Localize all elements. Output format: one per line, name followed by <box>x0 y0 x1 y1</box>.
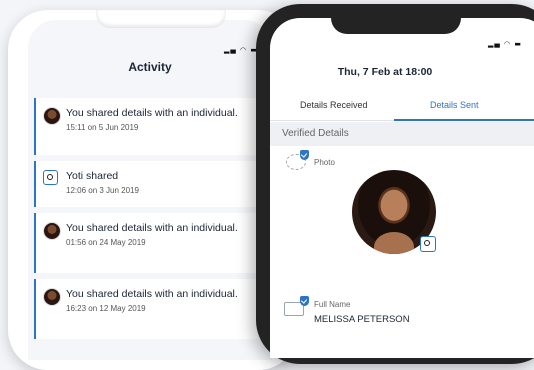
phone-notch <box>96 10 226 28</box>
person-avatar <box>43 107 61 125</box>
page-title: Activity <box>128 60 172 74</box>
activity-time: 01:56 on 24 May 2019 <box>66 238 146 247</box>
tab-bar: Details Received Details Sent <box>270 96 534 121</box>
page-title: Thu, 7 Feb at 18:00 <box>337 66 433 78</box>
full-name-value: MELISSA PETERSON <box>314 314 410 325</box>
tab-details-received[interactable]: Details Received <box>300 100 368 110</box>
verified-shield-icon <box>300 296 309 306</box>
activity-phone: ▂▄ ◠ ▬ Activity You shared details with … <box>8 10 298 370</box>
list-item[interactable]: You shared details with an individual. 1… <box>34 279 272 339</box>
active-tab-indicator <box>394 119 534 121</box>
status-bar: ▂▄ ◠ ▬ <box>488 40 522 48</box>
person-avatar <box>43 222 61 240</box>
activity-time: 15:11 on 5 Jun 2019 <box>66 123 139 132</box>
phone-notch <box>331 4 461 34</box>
section-label: Verified Details <box>282 128 349 139</box>
yoti-badge-icon <box>420 236 436 252</box>
activity-time: 12:06 on 3 Jun 2019 <box>66 186 139 195</box>
details-phone: ▂▄ ◠ ▬ Thu, 7 Feb at 18:00 Details Recei… <box>256 4 534 364</box>
section-header: Verified Details <box>270 122 534 146</box>
activity-title: You shared details with an individual. <box>66 288 238 300</box>
status-bar: ▂▄ ◠ ▬ <box>224 46 258 54</box>
activity-title: You shared details with an individual. <box>66 222 238 234</box>
activity-screen: ▂▄ ◠ ▬ Activity You shared details with … <box>28 20 272 360</box>
list-item[interactable]: You shared details with an individual. 0… <box>34 213 272 273</box>
activity-title: You shared details with an individual. <box>66 107 238 119</box>
details-screen: ▂▄ ◠ ▬ Thu, 7 Feb at 18:00 Details Recei… <box>270 18 534 358</box>
list-item[interactable]: Yoti shared 12:06 on 3 Jun 2019 <box>34 161 272 207</box>
person-avatar <box>43 288 61 306</box>
verified-shield-icon <box>300 150 309 160</box>
activity-time: 16:23 on 12 May 2019 <box>66 304 146 313</box>
yoti-logo-icon <box>43 170 58 185</box>
tab-details-sent[interactable]: Details Sent <box>430 100 479 110</box>
activity-list: You shared details with an individual. 1… <box>34 98 272 345</box>
list-item[interactable]: You shared details with an individual. 1… <box>34 98 272 155</box>
photo-label: Photo <box>314 158 335 167</box>
activity-title: Yoti shared <box>66 170 119 182</box>
full-name-label: Full Name <box>314 300 351 309</box>
